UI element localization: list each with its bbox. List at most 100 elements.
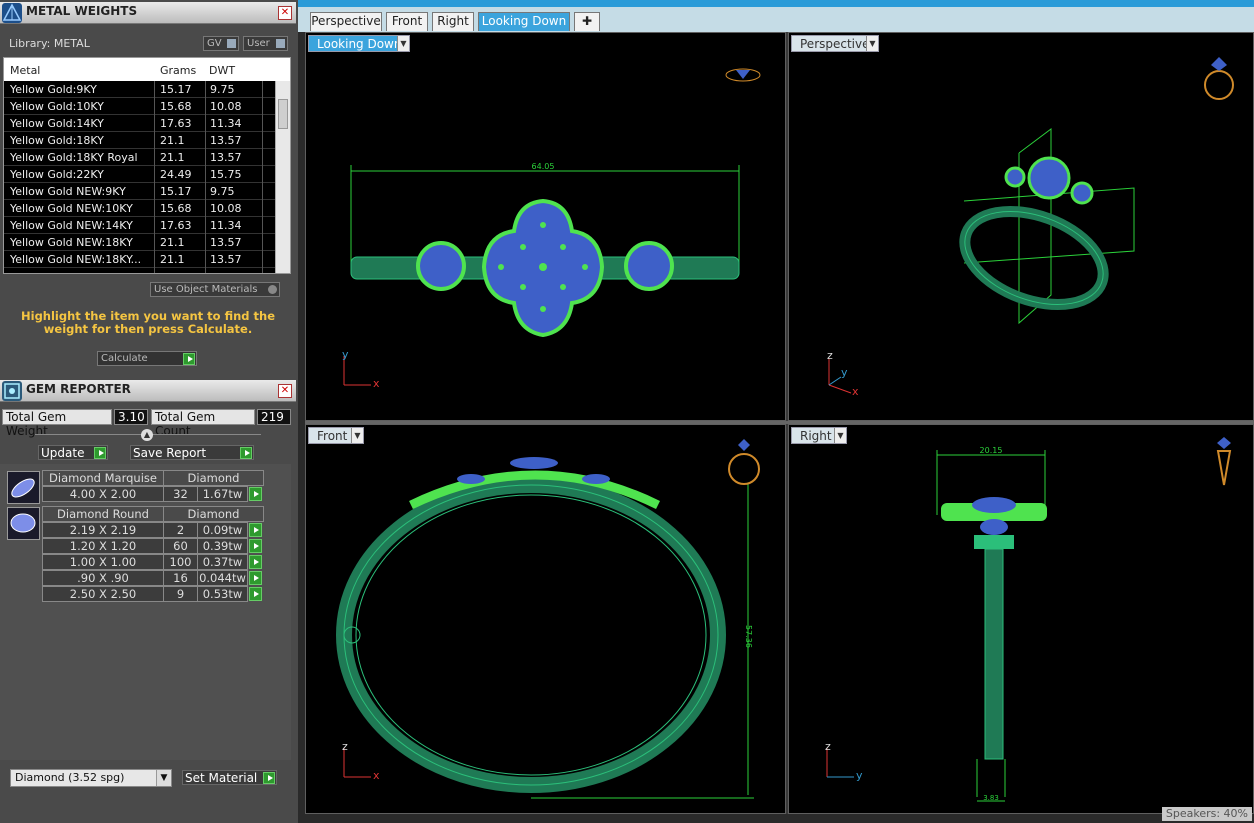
table-row[interactable]: Yellow Gold NEW:10KY 15.68 10.08 — [4, 200, 290, 217]
col-dwt[interactable]: DWT — [209, 64, 235, 77]
gem-size: 2.50 X 2.50 — [42, 586, 164, 602]
cell-grams: 21.1 — [160, 134, 185, 147]
cell-grams: 15.68 — [160, 100, 192, 113]
cell-grams: 24.49 — [160, 168, 192, 181]
cell-dwt: 9.75 — [210, 83, 235, 96]
gem-count: 100 — [163, 554, 198, 570]
metal-weights-title: METAL WEIGHTS — [26, 4, 138, 18]
viewport-perspective[interactable]: Perspective ▼ z y x — [788, 32, 1254, 421]
calculate-button[interactable]: Calculate — [97, 351, 197, 366]
table-row[interactable]: Yellow Gold NEW:14KY 17.63 11.34 — [4, 217, 290, 234]
gem-reporter-icon — [2, 381, 22, 401]
table-row[interactable]: Yellow Gold NEW:18KY 21.1 13.57 — [4, 234, 290, 251]
cell-dwt: 13.57 — [210, 151, 242, 164]
left-panel: METAL WEIGHTS ✕ Library: METAL GV User M… — [0, 0, 298, 823]
select-gems-icon[interactable] — [249, 487, 262, 501]
tab-right[interactable]: Right — [432, 12, 474, 31]
total-gem-weight-value: 3.10 — [114, 409, 148, 425]
gem-reporter-header: GEM REPORTER ✕ — [0, 380, 296, 402]
axis-label: z — [342, 740, 348, 753]
viewport-area: Perspective Front Right Looking Down ✚ L… — [298, 0, 1254, 823]
gem-material: Diamond — [163, 506, 264, 522]
viewport-front[interactable]: Front ▼ 57.36 z x — [305, 424, 786, 814]
metal-scrollbar[interactable] — [275, 81, 290, 273]
cell-dwt: 15.75 — [210, 168, 242, 181]
viewport-right[interactable]: Right ▼ 20.15 3.83 z y — [788, 424, 1254, 814]
axis-label: z — [827, 349, 833, 362]
tab-looking-down[interactable]: Looking Down — [478, 12, 570, 31]
cell-dwt: 11.34 — [210, 117, 242, 130]
tab-perspective[interactable]: Perspective — [310, 12, 382, 31]
cell-metal: Yellow Gold:9KY — [10, 83, 97, 96]
gv-toggle[interactable]: GV — [203, 36, 239, 51]
cell-grams: 15.68 — [160, 202, 192, 215]
axis-label: x — [373, 769, 380, 782]
metal-rows: Yellow Gold:9KY 15.17 9.75 Yellow Gold:10KY… — [4, 81, 290, 268]
table-row[interactable]: Yellow Gold NEW:18KY... 21.1 13.57 — [4, 251, 290, 268]
table-row[interactable]: Yellow Gold NEW:9KY 15.17 9.75 — [4, 183, 290, 200]
cell-dwt: 11.34 — [210, 219, 242, 232]
gem-size: 1.00 X 1.00 — [42, 554, 164, 570]
gem-count: 2 — [163, 522, 198, 538]
col-metal[interactable]: Metal — [10, 64, 40, 77]
gem-material: Diamond — [163, 470, 264, 486]
cell-dwt: 10.08 — [210, 202, 242, 215]
metal-weights-header: METAL WEIGHTS ✕ — [0, 2, 296, 24]
close-icon[interactable]: ✕ — [278, 6, 292, 20]
select-gems-icon[interactable] — [249, 539, 262, 553]
update-button[interactable]: Update — [38, 445, 108, 460]
cell-grams: 21.1 — [160, 236, 185, 249]
save-report-button[interactable]: Save Report — [130, 445, 254, 460]
gem-shape: Diamond Marquise — [42, 470, 164, 486]
gem-count: 9 — [163, 586, 198, 602]
metal-table-header: Metal Grams DWT — [4, 58, 290, 81]
axis-label: y — [856, 769, 863, 782]
round-gem-icon — [7, 507, 40, 540]
marquise-gem-icon — [7, 471, 40, 504]
table-row[interactable]: Yellow Gold:18KY 21.1 13.57 — [4, 132, 290, 149]
table-row[interactable]: Yellow Gold:9KY 15.17 9.75 — [4, 81, 290, 98]
gem-reporter-title: GEM REPORTER — [26, 382, 131, 396]
viewport-looking-down[interactable]: Looking Down ▼ 64.05 y x — [305, 32, 786, 421]
gem-size: .90 X .90 — [42, 570, 164, 586]
select-gems-icon[interactable] — [249, 523, 262, 537]
play-icon — [263, 772, 275, 784]
collapse-icon[interactable]: ▲ — [141, 429, 153, 441]
cell-grams: 15.17 — [160, 83, 192, 96]
gem-weight: 0.044tw — [197, 570, 248, 586]
cell-metal: Yellow Gold:18KY — [10, 134, 104, 147]
select-gems-icon[interactable] — [249, 587, 262, 601]
perspective-render: z y x — [827, 57, 1234, 398]
chevron-down-icon: ▼ — [156, 770, 171, 786]
gem-list: Diamond Marquise Diamond 4.00 X 2.00 32 1.67… — [0, 464, 291, 760]
material-select[interactable]: Diamond (3.52 spg) ▼ — [10, 769, 172, 787]
user-toggle[interactable]: User — [243, 36, 288, 51]
cell-metal: Yellow Gold NEW:18KY — [10, 236, 133, 249]
axis-label: z — [825, 740, 831, 753]
gem-weight: 0.09tw — [197, 522, 248, 538]
table-row[interactable]: Yellow Gold:10KY 15.68 10.08 — [4, 98, 290, 115]
cell-dwt: 13.57 — [210, 236, 242, 249]
gem-weight: 0.39tw — [197, 538, 248, 554]
table-row[interactable]: Yellow Gold:18KY Royal 21.1 13.57 — [4, 149, 290, 166]
select-gems-icon[interactable] — [249, 555, 262, 569]
tab-front[interactable]: Front — [386, 12, 428, 31]
add-tab-icon[interactable]: ✚ — [574, 12, 600, 31]
cell-dwt: 9.75 — [210, 185, 235, 198]
cell-dwt: 13.57 — [210, 134, 242, 147]
cell-dwt: 13.57 — [210, 253, 242, 266]
col-grams[interactable]: Grams — [160, 64, 196, 77]
toggle-icon — [227, 39, 236, 48]
cell-dwt: 10.08 — [210, 100, 242, 113]
play-icon — [94, 447, 106, 459]
select-gems-icon[interactable] — [249, 571, 262, 585]
use-object-materials-toggle[interactable]: Use Object Materials — [150, 282, 280, 297]
dimension-label: 20.15 — [980, 446, 1003, 455]
material-bar: Diamond (3.52 spg) ▼ Set Material — [0, 760, 298, 823]
table-row[interactable]: Yellow Gold:14KY 17.63 11.34 — [4, 115, 290, 132]
close-icon[interactable]: ✕ — [278, 384, 292, 398]
table-row[interactable]: Yellow Gold:22KY 24.49 15.75 — [4, 166, 290, 183]
axis-label: y — [342, 348, 349, 361]
set-material-button[interactable]: Set Material — [182, 770, 277, 785]
scroll-thumb[interactable] — [278, 99, 288, 129]
